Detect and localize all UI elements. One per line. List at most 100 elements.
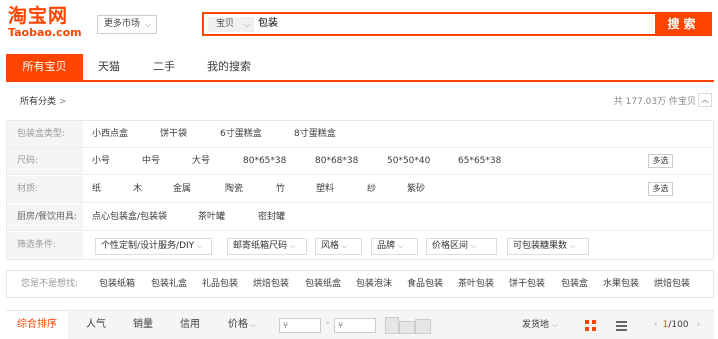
page-total: /100: [668, 320, 689, 330]
filter-dropdown[interactable]: 价格区间 ⌵: [426, 238, 497, 255]
sort-price-label: 价格: [228, 319, 248, 330]
filter-label: 尺码:: [7, 148, 83, 174]
filter-label: 材质:: [7, 176, 83, 202]
filter-option[interactable]: 80*68*38: [315, 148, 358, 174]
collapse-button[interactable]: ︿: [698, 93, 712, 107]
all-categories-label: 所有分类: [20, 97, 57, 107]
taobao-logo[interactable]: 淘宝网 Taobao.com: [8, 6, 88, 42]
suggestion-link[interactable]: 包装泡沫: [356, 271, 392, 297]
list-view-icon[interactable]: [616, 320, 627, 331]
filter-option[interactable]: 竹: [276, 176, 285, 202]
dropdown-label: 可包装糖果数: [513, 241, 568, 251]
chevron-down-icon: ⌵: [471, 242, 477, 250]
filter-option[interactable]: 65*65*38: [458, 148, 501, 174]
filter-option[interactable]: 纸: [92, 176, 101, 202]
filter-option[interactable]: 纱: [367, 176, 376, 202]
dropdown-label: 个性定制/设计服务/DIY: [101, 241, 195, 251]
sort-popularity[interactable]: 人气: [86, 311, 106, 339]
suggestion-link[interactable]: 包装纸箱: [99, 271, 135, 297]
filter-row-size: 尺码: 小号 中号 大号 80*65*38 80*68*38 50*50*40 …: [7, 148, 713, 175]
search-input[interactable]: [258, 14, 638, 34]
multi-select-button[interactable]: 多选: [648, 154, 673, 168]
search-bar: 宝贝 ⌵ 搜索: [202, 12, 712, 36]
filter-option[interactable]: 8寸蛋糕盒: [294, 121, 336, 147]
suggestions-label: 您是不是想找:: [21, 279, 79, 289]
search-tabs: 所有宝贝 天猫 二手 我的搜索: [6, 54, 714, 82]
chevron-right-icon: >: [59, 97, 67, 107]
tab-secondhand[interactable]: 二手: [153, 54, 175, 80]
chevron-down-icon: ⌵: [570, 242, 576, 250]
filter-label: 筛选条件:: [7, 232, 83, 258]
suggestion-link[interactable]: 食品包装: [407, 271, 443, 297]
filter-label: 厨房/餐饮用具:: [7, 204, 83, 230]
tab-my-searches[interactable]: 我的搜索: [207, 54, 251, 80]
sort-bar: 综合排序 人气 销量 信用 价格 ⌵ ¥ - ¥ 发货地 ⌵ ‹ 1/100 ›: [6, 310, 714, 339]
sort-price[interactable]: 价格 ⌵: [228, 311, 255, 339]
price-max-input[interactable]: ¥: [334, 318, 376, 333]
filter-row-kitchen: 厨房/餐饮用具: 点心包装盒/包装袋 茶叶罐 密封罐: [7, 204, 713, 231]
filter-option[interactable]: 点心包装盒/包装袋: [92, 204, 167, 230]
more-markets-dropdown[interactable]: 更多市场 ⌵: [97, 15, 157, 34]
suggestion-link[interactable]: 茶叶包装: [458, 271, 494, 297]
price-range-selector[interactable]: [385, 317, 431, 334]
filter-option[interactable]: 金属: [173, 176, 191, 202]
filter-dropdown[interactable]: 品牌 ⌵: [371, 238, 418, 255]
filter-option[interactable]: 小西点盒: [92, 121, 128, 147]
chevron-down-icon: ⌵: [197, 242, 203, 250]
suggestion-link[interactable]: 包装礼盒: [151, 271, 187, 297]
sort-sales[interactable]: 销量: [133, 311, 153, 339]
chevron-down-icon: ⌵: [551, 321, 558, 329]
filter-panel: 包装盒类型: 小西点盒 饼干袋 6寸蛋糕盒 8寸蛋糕盒 尺码: 小号 中号 大号…: [6, 120, 714, 260]
suggestion-link[interactable]: 礼品包装: [202, 271, 238, 297]
filter-option[interactable]: 饼干袋: [160, 121, 187, 147]
suggestion-link[interactable]: 烘焙包装: [654, 271, 690, 297]
filter-option[interactable]: 木: [133, 176, 142, 202]
suggestion-link[interactable]: 包装纸盒: [305, 271, 341, 297]
filter-row-material: 材质: 纸 木 金属 陶瓷 竹 塑料 纱 紫砂 多选: [7, 176, 713, 203]
suggestion-link[interactable]: 饼干包装: [509, 271, 545, 297]
chevron-down-icon: ⌵: [144, 20, 151, 29]
chevron-down-icon: ⌵: [342, 242, 348, 250]
more-markets-label: 更多市场: [104, 19, 141, 29]
filter-dropdown[interactable]: 个性定制/设计服务/DIY ⌵: [95, 238, 212, 255]
suggestion-link[interactable]: 包装盒: [561, 271, 588, 297]
grid-view-icon[interactable]: [585, 320, 596, 331]
all-categories-link[interactable]: 所有分类 >: [20, 94, 67, 107]
filter-option[interactable]: 密封罐: [258, 204, 285, 230]
price-dash: -: [326, 318, 330, 328]
sort-default[interactable]: 综合排序: [6, 311, 68, 339]
filter-row-criteria: 筛选条件: 个性定制/设计服务/DIY ⌵ 邮寄纸箱尺码 ⌵ 风格 ⌵ 品牌 ⌵ 价格区…: [7, 232, 713, 259]
logo-en-text: Taobao.com: [8, 26, 82, 39]
tab-all-items[interactable]: 所有宝贝: [6, 54, 83, 80]
filter-label: 包装盒类型:: [7, 121, 83, 147]
filter-option[interactable]: 50*50*40: [387, 148, 430, 174]
logo-cn-text: 淘宝网: [8, 5, 69, 27]
price-min-input[interactable]: ¥: [279, 318, 321, 333]
search-button[interactable]: 搜索: [655, 12, 712, 36]
ship-from-dropdown[interactable]: 发货地 ⌵: [522, 311, 557, 339]
filter-option[interactable]: 大号: [192, 148, 210, 174]
suggestion-link[interactable]: 水果包装: [603, 271, 639, 297]
ship-from-label: 发货地: [522, 320, 550, 330]
suggestions-bar: 您是不是想找: 包装纸箱 包装礼盒 礼品包装 烘焙包装 包装纸盒 包装泡沫 食品…: [6, 270, 714, 298]
multi-select-button[interactable]: 多选: [648, 182, 673, 196]
filter-option[interactable]: 塑料: [316, 176, 334, 202]
filter-dropdown[interactable]: 风格 ⌵: [315, 238, 362, 255]
filter-option[interactable]: 6寸蛋糕盒: [220, 121, 262, 147]
filter-dropdown[interactable]: 可包装糖果数 ⌵: [507, 238, 589, 255]
dropdown-label: 风格: [321, 241, 340, 251]
filter-option[interactable]: 80*65*38: [243, 148, 286, 174]
filter-option[interactable]: 中号: [142, 148, 160, 174]
filter-option[interactable]: 紫砂: [407, 176, 425, 202]
prev-page-icon[interactable]: ‹: [654, 320, 658, 330]
filter-option[interactable]: 茶叶罐: [198, 204, 225, 230]
filter-dropdown[interactable]: 邮寄纸箱尺码 ⌵: [227, 238, 307, 255]
filter-option[interactable]: 陶瓷: [225, 176, 243, 202]
next-page-icon[interactable]: ›: [697, 320, 701, 330]
search-type-label: 宝贝: [216, 19, 235, 29]
sort-credit[interactable]: 信用: [180, 311, 200, 339]
filter-option[interactable]: 小号: [92, 148, 110, 174]
tab-tmall[interactable]: 天猫: [98, 54, 120, 80]
search-type-select[interactable]: 宝贝 ⌵: [208, 17, 254, 32]
suggestion-link[interactable]: 烘焙包装: [253, 271, 289, 297]
